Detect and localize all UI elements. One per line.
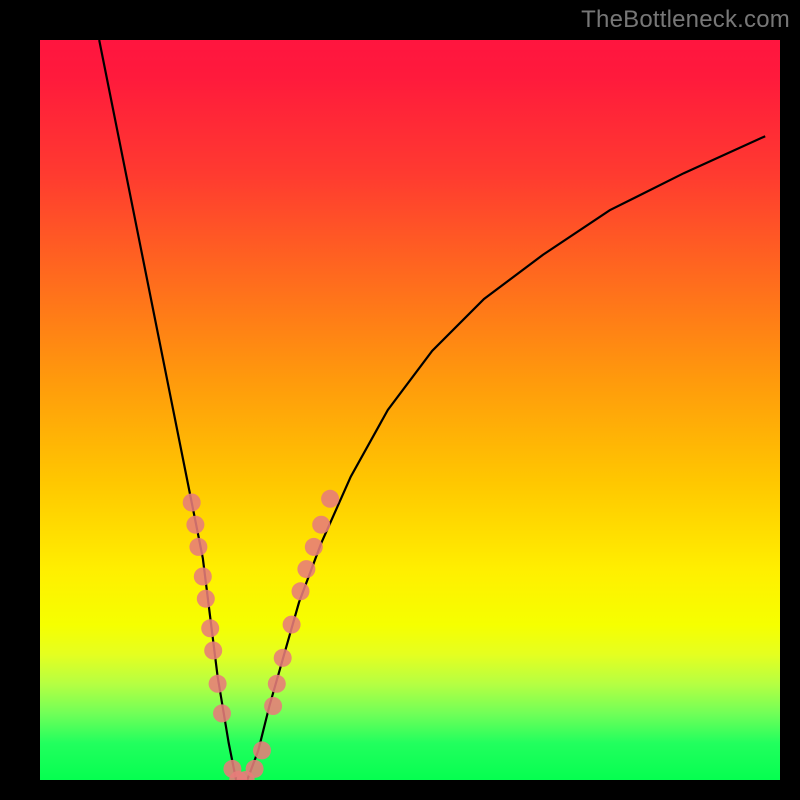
- marker-dot: [189, 538, 207, 556]
- marker-dot: [186, 516, 204, 534]
- marker-dot: [292, 582, 310, 600]
- marker-dot: [213, 704, 231, 722]
- marker-dot: [283, 616, 301, 634]
- marker-dot: [264, 697, 282, 715]
- marker-dot: [201, 619, 219, 637]
- marker-dot: [321, 490, 339, 508]
- marker-dot: [209, 675, 227, 693]
- chart-frame: TheBottleneck.com: [0, 0, 800, 800]
- marker-dot: [204, 642, 222, 660]
- marker-dot: [268, 675, 286, 693]
- marker-dot: [312, 516, 330, 534]
- bottleneck-curve: [40, 40, 780, 780]
- marker-dot: [194, 568, 212, 586]
- marker-dot: [274, 649, 292, 667]
- plot-area: [40, 40, 780, 780]
- marker-dot: [183, 494, 201, 512]
- marker-dot: [297, 560, 315, 578]
- marker-dot: [253, 741, 271, 759]
- watermark-text: TheBottleneck.com: [581, 6, 790, 34]
- marker-dot: [305, 538, 323, 556]
- marker-dot: [246, 760, 264, 778]
- curve-path: [99, 40, 765, 780]
- marker-dot: [197, 590, 215, 608]
